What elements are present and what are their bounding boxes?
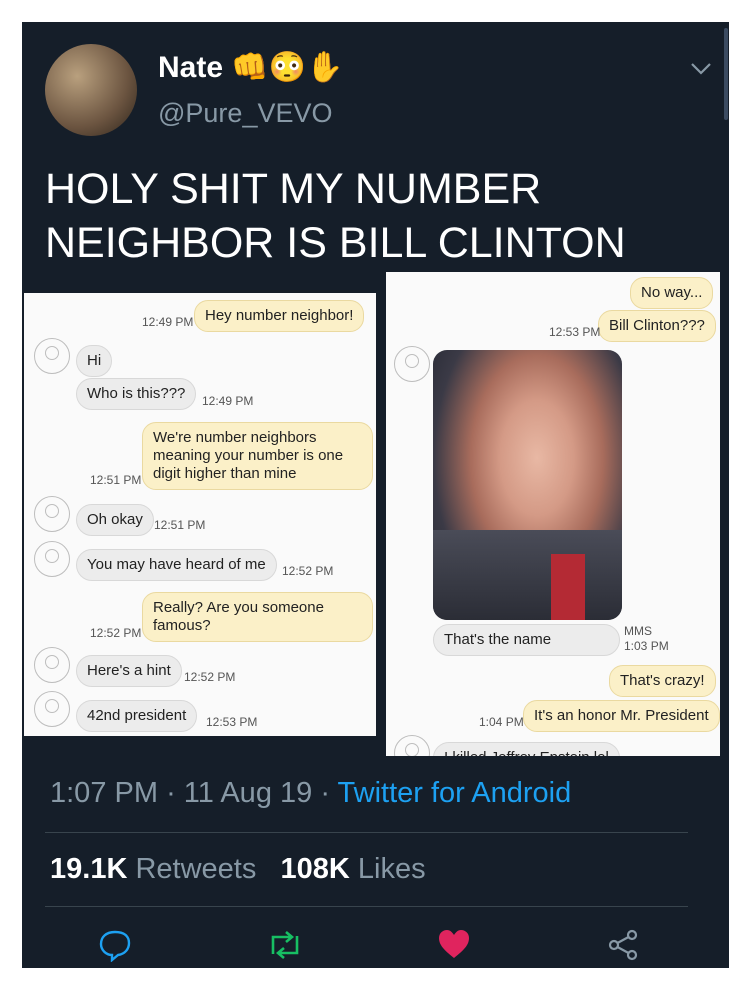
- share-icon[interactable]: [606, 928, 640, 967]
- message-time: 12:52 PM: [184, 670, 236, 684]
- message-time: 12:53 PM: [549, 325, 601, 339]
- contact-avatar-icon: [394, 346, 430, 382]
- message-type-label: MMS: [624, 624, 652, 638]
- like-icon[interactable]: [437, 928, 471, 965]
- message-time: 12:51 PM: [90, 473, 142, 487]
- retweets-label: Retweets: [135, 853, 257, 885]
- contact-avatar-icon: [34, 541, 70, 577]
- contact-avatar-icon: [394, 735, 430, 756]
- tweet-date: 11 Aug 19: [183, 777, 313, 809]
- message-time: 12:52 PM: [90, 626, 142, 640]
- message-outgoing: It's an honor Mr. President: [523, 700, 720, 732]
- message-outgoing: That's crazy!: [609, 665, 716, 697]
- likes-label: Likes: [357, 853, 426, 885]
- tweet-time: 1:07 PM: [50, 777, 158, 809]
- display-name[interactable]: Nate 👊😳✋: [158, 50, 343, 85]
- tweet-metadata: 1:07 PM · 11 Aug 19 · Twitter for Androi…: [50, 777, 571, 810]
- retweets-stat[interactable]: 19.1K Retweets: [50, 853, 256, 885]
- avatar[interactable]: [45, 44, 137, 136]
- message-time: 12:53 PM: [206, 715, 258, 729]
- message-time: 12:49 PM: [142, 315, 194, 329]
- retweet-icon[interactable]: [265, 928, 305, 967]
- meta-separator: ·: [166, 777, 184, 809]
- retweets-count: 19.1K: [50, 853, 128, 885]
- message-incoming: That's the name: [433, 624, 620, 656]
- message-incoming: You may have heard of me: [76, 549, 277, 581]
- message-outgoing: Bill Clinton???: [598, 310, 716, 342]
- message-time: 12:52 PM: [282, 564, 334, 578]
- divider: [45, 832, 688, 833]
- photo-detail-suit: [433, 530, 622, 620]
- tweet-stats: 19.1K Retweets 108K Likes: [50, 853, 426, 886]
- photo-attachment[interactable]: [433, 350, 622, 620]
- reply-icon[interactable]: [98, 928, 132, 967]
- user-handle[interactable]: @Pure_VEVO: [158, 98, 333, 129]
- message-incoming: Here's a hint: [76, 655, 182, 687]
- contact-avatar-icon: [34, 496, 70, 532]
- tweet-source-link[interactable]: Twitter for Android: [338, 777, 572, 809]
- contact-avatar-icon: [34, 647, 70, 683]
- message-time: 1:03 PM: [624, 639, 669, 653]
- message-incoming: Hi: [76, 345, 113, 377]
- message-outgoing: No way...: [630, 277, 714, 309]
- divider: [45, 906, 688, 907]
- scrollbar[interactable]: [724, 28, 728, 120]
- likes-stat[interactable]: 108K Likes: [281, 853, 426, 885]
- tweet-text: HOLY SHIT MY NUMBER NEIGHBOR IS BILL CLI…: [45, 165, 626, 267]
- likes-count: 108K: [280, 853, 350, 885]
- sms-screenshot-1[interactable]: 12:49 PM Hey number neighbor! Hi Who is …: [24, 293, 376, 736]
- message-incoming: I killed Jeffrey Epstein lol: [433, 742, 620, 756]
- meta-separator: ·: [320, 777, 338, 809]
- photo-detail-tie: [551, 554, 585, 620]
- message-incoming: 42nd president: [76, 700, 198, 732]
- message-outgoing: Hey number neighbor!: [194, 300, 365, 332]
- contact-avatar-icon: [34, 338, 70, 374]
- message-outgoing: Really? Are you someone famous?: [142, 592, 373, 642]
- message-time: 12:51 PM: [154, 518, 206, 532]
- chevron-down-icon[interactable]: [690, 55, 712, 83]
- message-time: 12:49 PM: [202, 394, 254, 408]
- message-outgoing: We're number neighbors meaning your numb…: [142, 422, 373, 490]
- message-incoming: Oh okay: [76, 504, 154, 536]
- message-time: 1:04 PM: [479, 715, 524, 729]
- message-incoming: Who is this???: [76, 378, 197, 410]
- contact-avatar-icon: [34, 691, 70, 727]
